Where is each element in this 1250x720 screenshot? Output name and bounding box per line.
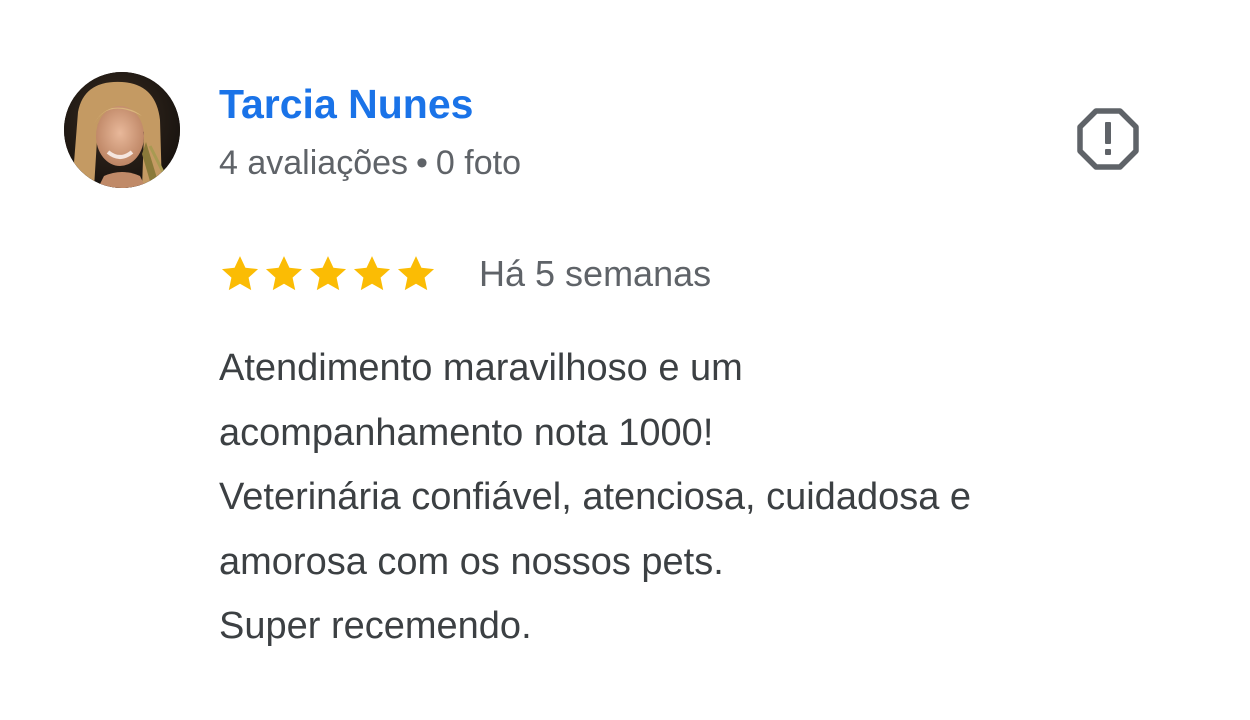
- author-name[interactable]: Tarcia Nunes: [219, 80, 473, 128]
- star-icon: [307, 253, 349, 295]
- avatar[interactable]: [64, 72, 180, 188]
- report-button[interactable]: [1075, 106, 1141, 172]
- rating-row: Há 5 semanas: [219, 250, 711, 298]
- review-text-line: Atendimento maravilhoso e um: [219, 347, 743, 389]
- review-text-line: Super recemendo.: [219, 605, 532, 647]
- review-text-line: acompanhamento nota 1000!: [219, 411, 714, 454]
- reviews-count: 4 avaliações: [219, 144, 409, 182]
- meta-separator: •: [416, 144, 428, 182]
- review-card: Tarcia Nunes 4 avaliações • 0 foto Há 5 …: [0, 0, 1250, 720]
- star-rating: [219, 253, 437, 295]
- review-text-line: amorosa com os nossos pets.: [219, 540, 724, 583]
- star-icon: [351, 253, 393, 295]
- photos-count: 0 foto: [435, 144, 521, 182]
- star-icon: [219, 253, 261, 295]
- author-meta: 4 avaliações • 0 foto: [219, 143, 521, 183]
- avatar-photo: [64, 72, 180, 188]
- star-icon: [263, 253, 305, 295]
- review-text-line: Veterinária confiável, atenciosa, cuidad…: [219, 476, 972, 518]
- review-date: Há 5 semanas: [479, 253, 712, 294]
- star-icon: [395, 253, 437, 295]
- review-text: Atendimento maravilhoso e um acompanhame…: [219, 336, 1199, 659]
- report-octagon-exclamation-icon: [1077, 108, 1139, 170]
